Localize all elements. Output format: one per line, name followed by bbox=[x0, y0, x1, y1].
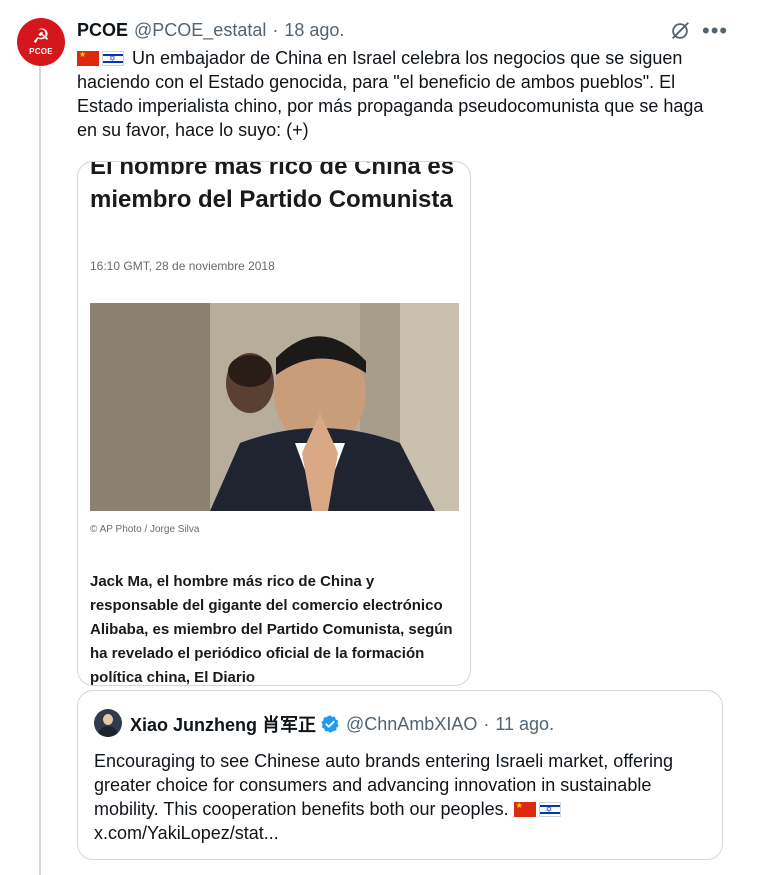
grok-icon[interactable] bbox=[669, 20, 691, 42]
hammer-sickle-icon: ☭ bbox=[32, 26, 50, 48]
avatar[interactable]: ☭ PCOE bbox=[17, 18, 65, 66]
tweet-time[interactable]: 18 ago. bbox=[284, 20, 344, 41]
quoted-tweet[interactable]: Xiao Junzheng 肖军正 @ChnAmbXIAO · 11 ago. … bbox=[77, 690, 723, 860]
tweet-header: PCOE @PCOE_estatal · 18 ago. bbox=[77, 20, 344, 41]
quoted-link[interactable]: x.com/YakiLopez/stat... bbox=[94, 823, 279, 843]
separator-dot: · bbox=[272, 20, 279, 40]
quoted-avatar[interactable] bbox=[94, 709, 122, 737]
tweet-text: ✡ Un embajador de China en Israel celebr… bbox=[77, 46, 727, 142]
author-name[interactable]: PCOE bbox=[77, 20, 128, 41]
article-image[interactable]: El hombre más rico de China es miembro d… bbox=[77, 161, 471, 686]
photo-credit: © AP Photo / Jorge Silva bbox=[90, 524, 200, 535]
more-options-button[interactable]: ••• bbox=[702, 18, 728, 44]
quoted-header: Xiao Junzheng 肖军正 @ChnAmbXIAO · 11 ago. bbox=[130, 711, 554, 737]
verified-badge-icon bbox=[321, 715, 339, 733]
separator-dot: · bbox=[483, 713, 490, 734]
quoted-text: Encouraging to see Chinese auto brands e… bbox=[94, 749, 708, 845]
thread-line bbox=[39, 62, 41, 875]
quoted-body: Encouraging to see Chinese auto brands e… bbox=[94, 751, 674, 819]
tweet-body: Un embajador de China en Israel celebra … bbox=[77, 48, 704, 140]
article-date: 16:10 GMT, 28 de noviembre 2018 bbox=[90, 259, 275, 273]
article-body: Jack Ma, el hombre más rico de China y r… bbox=[90, 573, 453, 686]
article-photo bbox=[90, 303, 459, 511]
china-flag-icon bbox=[77, 50, 99, 66]
israel-flag-icon: ✡ bbox=[102, 51, 124, 66]
quoted-time[interactable]: 11 ago. bbox=[495, 714, 554, 735]
quoted-author-name[interactable]: Xiao Junzheng 肖军正 bbox=[130, 711, 316, 737]
israel-flag-icon: ✡ bbox=[538, 802, 561, 817]
avatar-text: PCOE bbox=[29, 47, 53, 56]
quoted-author-handle[interactable]: @ChnAmbXIAO bbox=[346, 714, 477, 735]
author-handle[interactable]: @PCOE_estatal bbox=[134, 20, 266, 41]
china-flag-icon bbox=[513, 801, 536, 817]
article-title: El hombre más rico de China es miembro d… bbox=[90, 161, 455, 213]
